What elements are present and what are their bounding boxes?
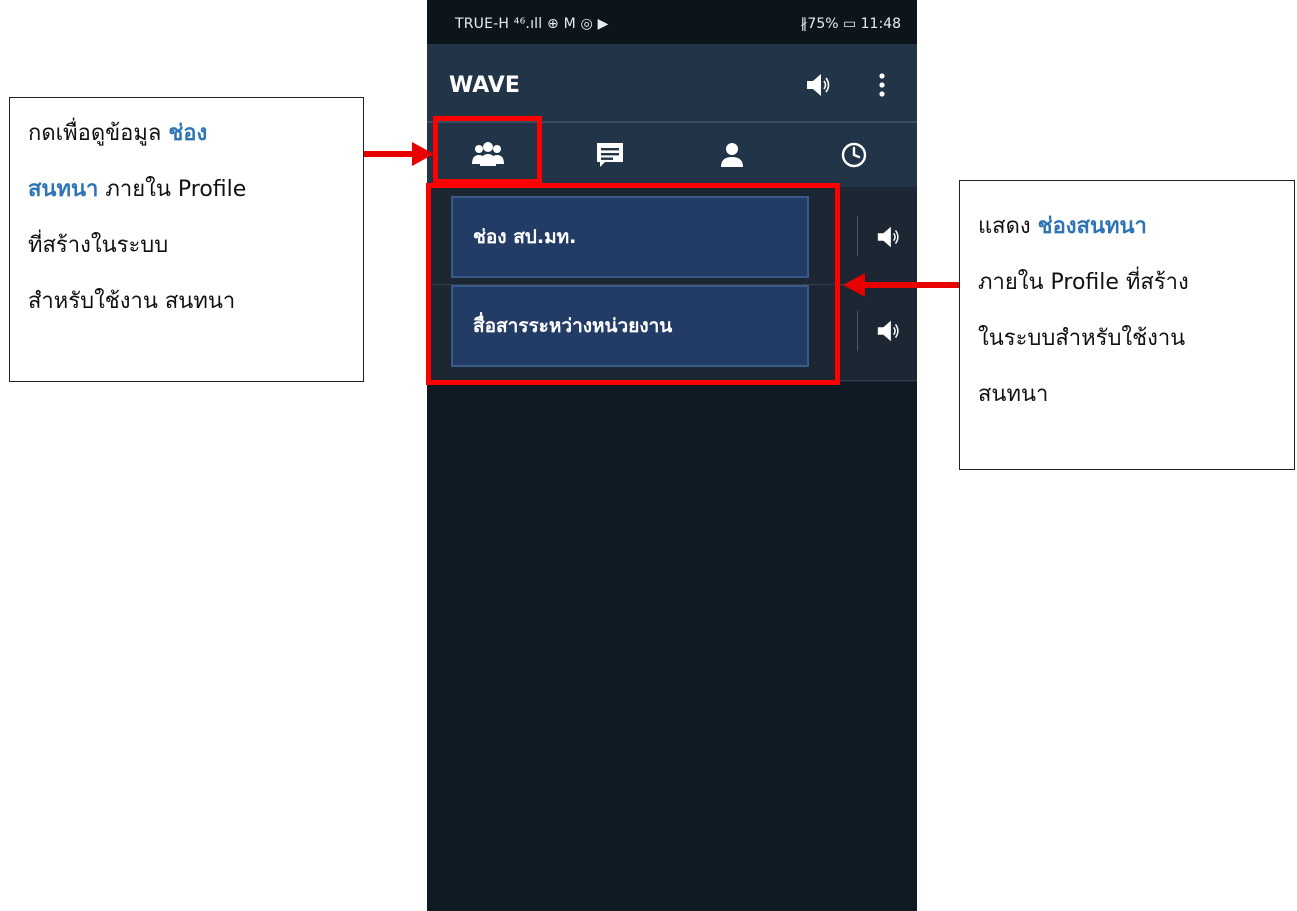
clock-icon	[840, 141, 868, 169]
annotation-right-line2: ภายใน Profile ที่สร้าง	[978, 270, 1189, 295]
annotation-right-line1: แสดง ช่องสนทนา	[978, 214, 1147, 239]
status-bar-left: TRUE-H ⁴⁶.ıll ⊕ M ◎ ▶	[455, 16, 609, 32]
annotation-right-line3: ในระบบสำหรับใช้งาน	[978, 326, 1186, 351]
arrow-left-head	[412, 142, 434, 166]
annotation-left: กดเพื่อดูข้อมูล ช่อง สนทนา ภายใน Profile…	[9, 97, 364, 382]
chat-icon	[595, 141, 625, 169]
speaker-icon[interactable]	[804, 70, 834, 100]
arrow-left-line	[364, 151, 416, 157]
more-vertical-icon[interactable]	[872, 70, 892, 100]
status-bar-right: ∦75% ▭ 11:48	[800, 16, 901, 32]
person-icon	[719, 142, 745, 168]
app-title: WAVE	[449, 73, 520, 98]
annotation-left-line1: กดเพื่อดูข้อมูล ช่อง	[28, 121, 208, 146]
arrow-right-head	[843, 273, 865, 297]
tab-history[interactable]	[793, 123, 915, 187]
arrow-right-line	[864, 282, 959, 288]
row-separator	[857, 311, 858, 351]
row-separator	[857, 216, 858, 256]
annotation-right: แสดง ช่องสนทนา ภายใน Profile ที่สร้าง ใน…	[959, 180, 1295, 470]
highlight-tab-box	[433, 116, 542, 184]
annotation-left-line4: สำหรับใช้งาน สนทนา	[28, 289, 236, 314]
tab-messages[interactable]	[549, 123, 671, 187]
annotation-left-line2: สนทนา ภายใน Profile	[28, 177, 247, 202]
app-bar: WAVE	[427, 44, 917, 122]
status-bar: TRUE-H ⁴⁶.ıll ⊕ M ◎ ▶ ∦75% ▭ 11:48	[427, 0, 917, 44]
annotation-right-line4: สนทนา	[978, 382, 1049, 407]
highlight-list-box	[426, 183, 840, 385]
annotation-left-line3: ที่สร้างในระบบ	[28, 233, 169, 258]
tab-contacts[interactable]	[671, 123, 793, 187]
speaker-icon[interactable]	[875, 317, 903, 345]
speaker-icon[interactable]	[875, 223, 903, 251]
